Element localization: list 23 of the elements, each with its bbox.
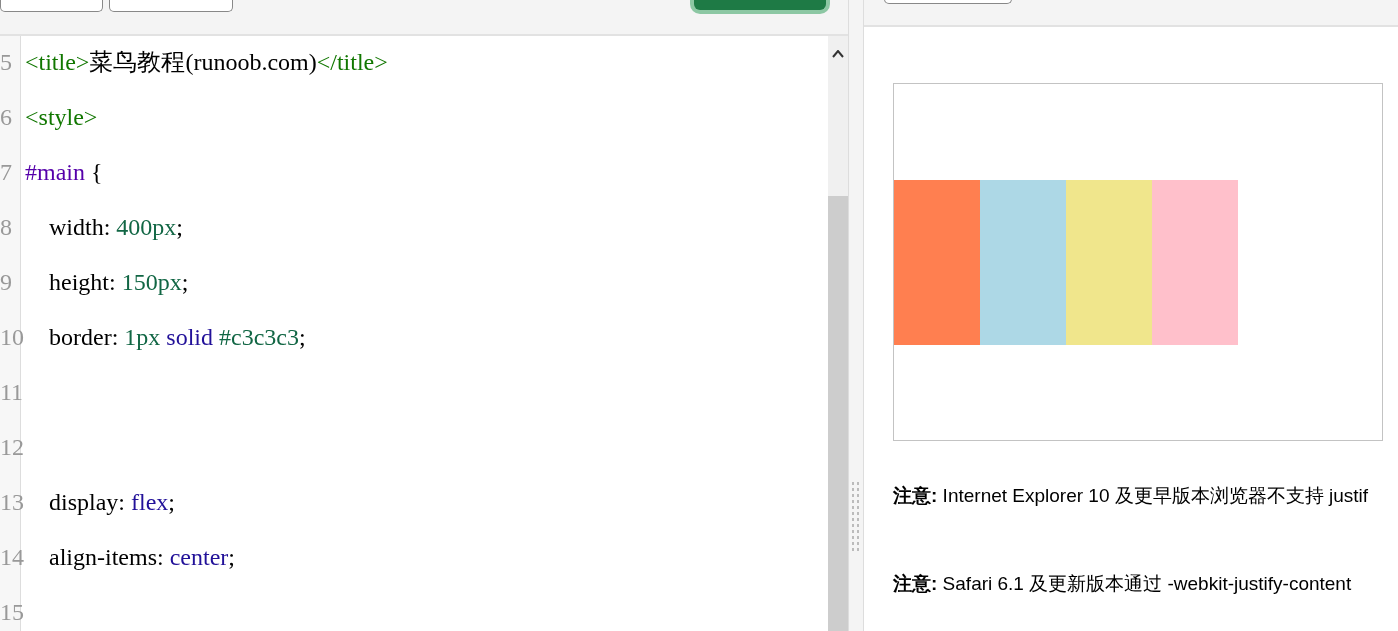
code-line: display: flex;	[48, 488, 175, 517]
run-button[interactable]	[690, 0, 830, 14]
code-line: height: 150px;	[48, 268, 189, 297]
scroll-up-icon[interactable]	[832, 50, 844, 58]
line-number: 7	[0, 158, 13, 187]
line-number: 8	[0, 213, 13, 242]
line-number: 5	[0, 48, 13, 77]
code-line: <style>	[25, 103, 98, 132]
code-line: width: 400px;	[48, 213, 183, 242]
code-line: <title>菜鸟教程(runoob.com)</title>	[25, 48, 388, 77]
toolbar-button[interactable]	[109, 0, 233, 12]
toolbar-button[interactable]	[0, 0, 103, 12]
grip-icon[interactable]	[852, 482, 860, 554]
note-text: 注意: Internet Explorer 10 及更早版本浏览器不支持 justif	[893, 484, 1370, 508]
code-line: border: 1px solid #c3c3c3;	[48, 323, 306, 352]
line-number: 9	[0, 268, 13, 297]
line-number: 6	[0, 103, 13, 132]
note-text: 注意: Safari 6.1 及更新版本通过 -webkit-justify-content	[893, 572, 1353, 596]
code-line: align-items: center;	[48, 543, 235, 572]
code-line: #main {	[25, 158, 103, 187]
scrollbar[interactable]	[828, 36, 848, 631]
scrollbar-thumb[interactable]	[828, 196, 848, 631]
line-number: 11	[0, 378, 20, 407]
